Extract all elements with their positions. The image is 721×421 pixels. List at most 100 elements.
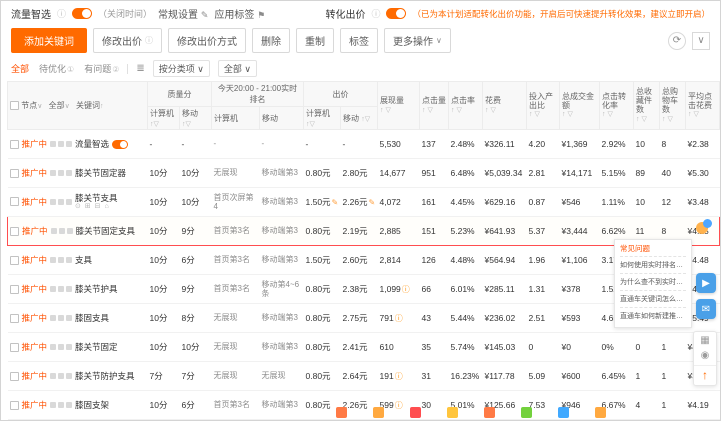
filter-tab[interactable]: 有问题② xyxy=(84,62,119,75)
floating-action-button[interactable]: ✉ xyxy=(696,299,716,319)
footer-icon[interactable] xyxy=(410,407,421,418)
toolbar-button[interactable]: 更多操作 ⓘ ∨ xyxy=(384,28,451,53)
row-checkbox[interactable] xyxy=(9,255,19,265)
keyword-tool-icons[interactable] xyxy=(50,257,73,263)
metric-column-header[interactable]: 总成交金额 ↑ ▽ xyxy=(559,81,600,130)
keyword-tool-icons[interactable] xyxy=(50,141,73,147)
metric-column-header[interactable]: 平均点击花费 ↑ ▽ xyxy=(685,81,720,130)
refresh-button[interactable]: ⟳ xyxy=(668,31,686,50)
keyword-tool-icons[interactable] xyxy=(50,170,73,176)
node-filter-dropdown[interactable]: 节点∨ xyxy=(21,101,42,110)
info-icon[interactable]: ⓘ xyxy=(371,7,380,20)
keyword-tool-icons[interactable] xyxy=(50,315,73,321)
keyword-tool-icons[interactable] xyxy=(50,373,73,379)
widget-icon[interactable]: ▦ xyxy=(700,335,709,346)
metric-column-header[interactable]: 总购物车数 ↑ ▽ xyxy=(659,81,686,130)
sub-column-header[interactable]: 计算机 ↑▽ xyxy=(303,106,341,130)
warning-icon[interactable]: ⓘ xyxy=(395,314,403,323)
conversion-bid-toggle[interactable] xyxy=(386,8,407,19)
footer-icon[interactable] xyxy=(373,407,384,418)
metric-column-header[interactable]: 总收藏件数 ↑ ▽ xyxy=(633,81,660,130)
floating-action-button[interactable]: ▶ xyxy=(696,273,716,293)
keyword-tool-icons[interactable] xyxy=(50,286,73,292)
table-row[interactable]: 推广中 膝关节固定器 ⊙ ⊞ ⊟ ⌂ 10分 1 xyxy=(7,158,720,188)
keyword-sub-icons[interactable]: ⊙ ⊞ ⊟ ⌂ xyxy=(75,203,118,211)
row-checkbox[interactable] xyxy=(10,226,19,236)
sort-filter-icons[interactable]: ↑▽ xyxy=(361,116,370,123)
sort-filter-icons[interactable]: ↑ ▽ xyxy=(636,115,657,123)
sort-filter-icons[interactable]: ↑▽ xyxy=(182,121,191,128)
mascot-icon[interactable] xyxy=(696,219,712,235)
keyword-label[interactable]: 膝关节护具 xyxy=(75,284,118,294)
widget-icon[interactable]: ◉ xyxy=(701,350,710,361)
help-link[interactable]: 直通车关键词怎么优化 xyxy=(620,291,686,308)
back-to-top-button[interactable]: ↑ xyxy=(694,365,716,382)
row-checkbox[interactable] xyxy=(9,197,19,207)
keyword-label[interactable]: 膝关节固定支具 xyxy=(76,226,136,236)
metric-column-header[interactable]: 点击转化率 ↑ ▽ xyxy=(599,81,634,130)
footer-icon[interactable] xyxy=(595,407,606,418)
table-row[interactable]: 推广中 支具 ⊙ ⊞ ⊟ ⌂ 10分 6分 xyxy=(7,245,720,275)
row-checkbox[interactable] xyxy=(9,168,19,178)
edit-bid-icon[interactable]: ✎ xyxy=(369,198,376,207)
toolbar-button[interactable]: 修改出价 ⓘ ∨ xyxy=(93,28,162,53)
metric-column-header[interactable]: 花费 ↑ ▽ xyxy=(482,81,527,130)
apply-tag-link[interactable]: 应用标签 ⚑ xyxy=(214,6,265,21)
table-row[interactable]: 推广中 流量智选 ⊙ ⊞ ⊟ ⌂ - - xyxy=(7,129,720,159)
keyword-tool-icons[interactable] xyxy=(50,228,73,234)
keyword-tool-icons[interactable] xyxy=(50,402,73,408)
table-row[interactable]: 推广中 膝关节防护支具 ⊙ ⊞ ⊟ ⌂ 7分 7 xyxy=(7,361,720,391)
metric-column-header[interactable]: 点击率 ↑ ▽ xyxy=(448,81,483,130)
row-checkbox[interactable] xyxy=(9,313,19,323)
sort-filter-icons[interactable]: ↑▽ xyxy=(150,121,159,128)
sub-column-header[interactable]: 计算机 ↑▽ xyxy=(211,106,260,130)
table-row[interactable]: 推广中 膝关节固定支具 ⊙ ⊞ ⊟ ⌂ 10分 xyxy=(7,216,720,246)
toolbar-button[interactable]: 修改出价方式 ⓘ ∨ xyxy=(168,28,246,53)
scope-filter-dropdown[interactable]: 全部∨ xyxy=(49,101,70,110)
help-link[interactable]: 直通车如何新建推广计划? xyxy=(620,308,686,324)
sub-column-header[interactable]: 移动 ↑▽ xyxy=(179,106,212,130)
toolbar-button[interactable]: 重制 ⓘ ∨ xyxy=(296,28,334,53)
keyword-label[interactable]: 膝关节支具 xyxy=(75,193,118,203)
table-row[interactable]: 推广中 膝关节支具 ⊙ ⊞ ⊟ ⌂ 10分 10分 首页次屏第4 移动端第3 1… xyxy=(7,187,720,217)
general-settings-link[interactable]: 常规设置 ✎ xyxy=(158,6,208,21)
footer-icon[interactable] xyxy=(336,407,347,418)
sort-filter-icons[interactable]: ↑ ▽ xyxy=(422,106,446,114)
sort-filter-icons[interactable]: ↑ ▽ xyxy=(602,110,631,118)
toolbar-button[interactable]: 删除 ⓘ ∨ xyxy=(252,28,290,53)
keyword-toggle[interactable] xyxy=(112,139,129,149)
sort-filter-icons[interactable]: ↑ ▽ xyxy=(529,110,557,118)
sort-filter-icons[interactable]: ↑ ▽ xyxy=(451,106,480,114)
add-keyword-button[interactable]: 添加关键词 xyxy=(11,28,87,53)
footer-icon[interactable] xyxy=(558,407,569,418)
sort-filter-icons[interactable]: ↑ ▽ xyxy=(562,110,597,118)
row-checkbox[interactable] xyxy=(9,371,19,381)
keyword-label[interactable]: 膝关节固定器 xyxy=(75,168,126,178)
info-icon[interactable]: ⓘ xyxy=(57,7,66,20)
keyword-label[interactable]: 膝关节防护支具 xyxy=(75,371,135,381)
toolbar-button[interactable]: 标签 ⓘ ∨ xyxy=(340,28,378,53)
warning-icon[interactable]: ⓘ xyxy=(402,285,410,294)
filter-tab[interactable]: 待优化① xyxy=(39,62,74,75)
keyword-tool-icons[interactable] xyxy=(50,198,73,205)
table-row[interactable]: 推广中 膝关节护具 ⊙ ⊞ ⊟ ⌂ 10分 9分 xyxy=(7,274,720,304)
row-checkbox[interactable] xyxy=(9,284,19,294)
help-link[interactable]: 如何使用实时排名功能 xyxy=(620,257,686,274)
keyword-label[interactable]: 支具 xyxy=(75,255,92,265)
table-row[interactable]: 推广中 膝固支具 ⊙ ⊞ ⊟ ⌂ 10分 8分 xyxy=(7,303,720,333)
sub-column-header[interactable]: 移动 ↑▽ xyxy=(259,106,304,130)
sort-filter-icons[interactable]: ↑▽ xyxy=(306,121,315,128)
row-checkbox[interactable] xyxy=(9,139,19,149)
scope-select[interactable]: 全部 ∨ xyxy=(217,60,257,77)
sort-filter-icons[interactable]: ↑ ▽ xyxy=(662,115,683,123)
sort-filter-icons[interactable]: ↑ ▽ xyxy=(485,106,524,114)
select-all-checkbox[interactable] xyxy=(10,101,19,111)
sub-column-header[interactable]: 移动 ↑▽ xyxy=(340,106,378,130)
keyword-label[interactable]: 膝固支具 xyxy=(75,313,109,323)
row-checkbox[interactable] xyxy=(9,400,19,410)
keyword-label[interactable]: 膝固支架 xyxy=(75,400,109,410)
help-link[interactable]: 为什么查不到实时排名 xyxy=(620,274,686,291)
table-row[interactable]: 推广中 膝关节固定 ⊙ ⊞ ⊟ ⌂ 10分 10 xyxy=(7,332,720,362)
row-checkbox[interactable] xyxy=(9,342,19,352)
sub-column-header[interactable]: 计算机 ↑▽ xyxy=(147,106,180,130)
